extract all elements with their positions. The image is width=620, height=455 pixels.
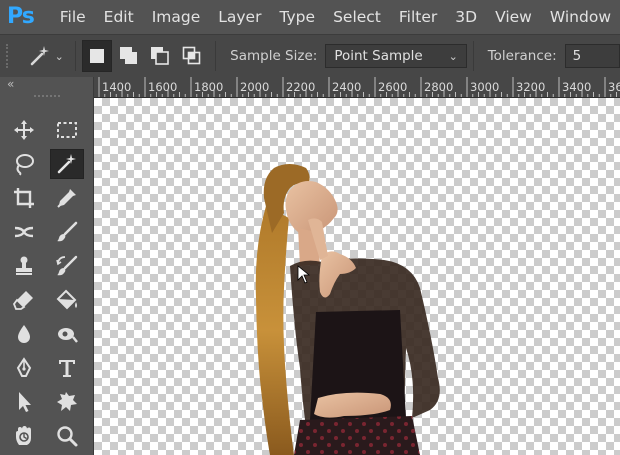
subtract-from-selection-icon: [151, 47, 170, 65]
dodge-icon: [58, 328, 78, 343]
tool-blur[interactable]: [7, 319, 41, 349]
add-to-selection-icon: [120, 47, 138, 64]
custom-shape-icon: [57, 392, 77, 411]
tool-eraser[interactable]: [7, 285, 41, 315]
ruler-label: 1400: [102, 80, 132, 94]
options-bar: ⌄ Sample Size: Point Sample ⌄ Tolerance:…: [0, 34, 620, 78]
tool-zoom[interactable]: [50, 421, 84, 451]
photoshop-logo: Ps: [7, 4, 35, 29]
magic-wand-icon: [57, 154, 76, 174]
hand-icon: [16, 426, 31, 445]
tool-custom-shape[interactable]: [50, 387, 84, 417]
brush-icon: [57, 221, 78, 242]
tool-lasso[interactable]: [7, 149, 41, 179]
eraser-icon: [12, 291, 33, 310]
ruler-label: 1600: [148, 80, 178, 94]
menu-view[interactable]: View: [486, 8, 541, 26]
ruler-label: 2200: [286, 80, 316, 94]
tool-marquee[interactable]: [50, 115, 84, 145]
menu-window[interactable]: Window: [541, 8, 620, 26]
divider: [215, 41, 217, 71]
chevron-down-icon: ⌄: [54, 49, 64, 63]
ruler-label: 3000: [470, 80, 500, 94]
add-to-selection-button[interactable]: [116, 41, 143, 71]
tool-magic-wand[interactable]: [50, 149, 84, 179]
toolbox-grip[interactable]: [34, 95, 60, 100]
pen-icon: [16, 357, 32, 377]
tool-move[interactable]: [7, 115, 41, 145]
tool-healing-brush[interactable]: [7, 217, 41, 247]
tool-brush[interactable]: [50, 217, 84, 247]
tool-dodge[interactable]: [50, 319, 84, 349]
collapse-toolbox-button[interactable]: «: [7, 77, 14, 91]
menu-3d[interactable]: 3D: [446, 8, 486, 26]
tool-type[interactable]: [50, 353, 84, 383]
intersect-selection-icon: [182, 46, 200, 65]
zoom-icon: [57, 426, 78, 447]
menu-filter[interactable]: Filter: [390, 8, 446, 26]
healing-brush-icon: [14, 226, 34, 238]
tool-crop[interactable]: [7, 183, 41, 213]
ruler-label: 2400: [332, 80, 362, 94]
tolerance-label: Tolerance:: [487, 48, 557, 64]
history-brush-icon: [56, 255, 78, 276]
clone-stamp-icon: [16, 256, 32, 275]
menu-layer[interactable]: Layer: [209, 8, 270, 26]
ruler-label: 2600: [378, 80, 408, 94]
menu-select[interactable]: Select: [324, 8, 390, 26]
intersect-selection-button[interactable]: [178, 41, 205, 71]
ruler-label: 3600: [608, 80, 620, 94]
eyedropper-icon: [57, 189, 76, 208]
tool-pen[interactable]: [7, 353, 41, 383]
menu-file[interactable]: File: [51, 8, 95, 26]
toolbox: «: [0, 77, 94, 455]
blur-icon: [18, 325, 30, 343]
ruler-label: 3200: [516, 80, 546, 94]
tool-clone-stamp[interactable]: [7, 251, 41, 281]
divider: [75, 41, 77, 71]
menu-edit[interactable]: Edit: [95, 8, 143, 26]
move-icon: [14, 120, 34, 140]
cutout-photo-woman: [255, 164, 440, 455]
lasso-icon: [16, 154, 34, 176]
ruler-label: 2800: [424, 80, 454, 94]
menu-bar: Ps File Edit Image Layer Type Select Fil…: [0, 0, 620, 34]
horizontal-ruler[interactable]: 1400 1600 1800 2000 2200 2400 2600 2800 …: [94, 77, 620, 98]
type-icon: [59, 360, 75, 377]
new-selection-button[interactable]: [82, 40, 112, 72]
paint-bucket-icon: [56, 289, 77, 310]
sample-size-label: Sample Size:: [230, 48, 318, 64]
ruler-label: 1800: [194, 80, 224, 94]
options-bar-grip[interactable]: [6, 44, 12, 68]
path-selection-icon: [19, 392, 31, 412]
ruler-label: 3400: [562, 80, 592, 94]
magic-wand-icon: [30, 46, 49, 66]
tool-preset-picker[interactable]: ⌄: [28, 44, 70, 68]
tool-history-brush[interactable]: [50, 251, 84, 281]
chevron-down-icon: ⌄: [448, 49, 458, 63]
crop-icon: [14, 188, 34, 208]
divider: [472, 41, 474, 71]
new-selection-icon: [89, 49, 104, 63]
ruler-label: 2000: [240, 80, 270, 94]
sample-size-value: Point Sample: [334, 48, 423, 64]
tolerance-input[interactable]: 5: [564, 44, 620, 68]
marquee-icon: [57, 122, 77, 138]
sample-size-select[interactable]: Point Sample ⌄: [325, 44, 467, 68]
tool-eyedropper[interactable]: [50, 183, 84, 213]
tool-path-selection[interactable]: [7, 387, 41, 417]
document-canvas[interactable]: [94, 98, 620, 455]
menu-image[interactable]: Image: [143, 8, 210, 26]
tool-paint-bucket[interactable]: [50, 285, 84, 315]
menu-type[interactable]: Type: [270, 8, 324, 26]
subtract-from-selection-button[interactable]: [147, 41, 174, 71]
tool-hand[interactable]: [7, 421, 41, 451]
